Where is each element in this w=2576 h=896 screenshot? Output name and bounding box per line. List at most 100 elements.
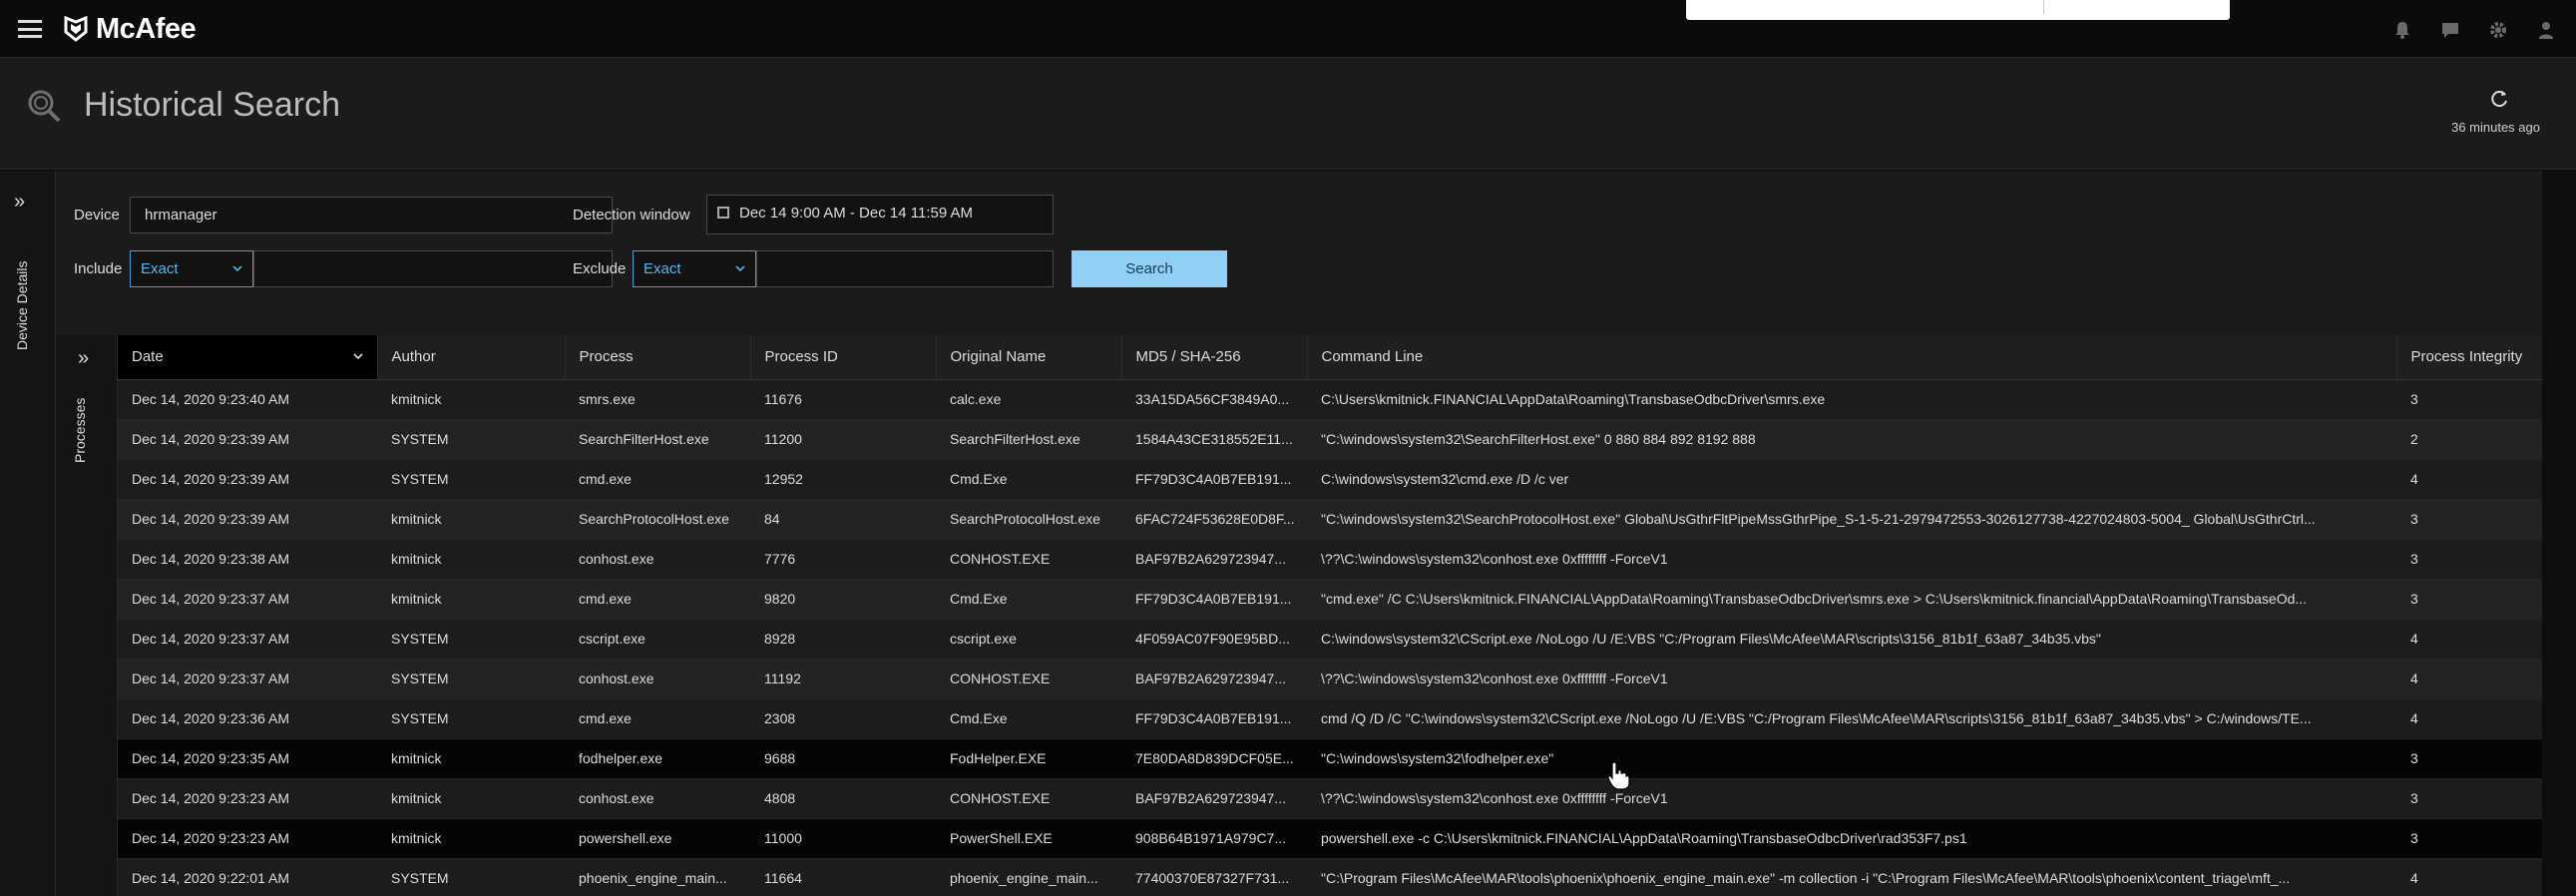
table-cell: 3 bbox=[2396, 738, 2542, 779]
device-input[interactable]: hrmanager bbox=[130, 197, 613, 233]
table-row[interactable]: Dec 14, 2020 9:23:39 AM SYSTEM cmd.exe 1295… bbox=[118, 459, 2542, 500]
column-header-label: Process Integrity bbox=[2410, 348, 2523, 366]
table-cell: kmitnick bbox=[377, 379, 565, 420]
expand-icon[interactable]: » bbox=[14, 191, 25, 214]
table-cell: 6FAC724F53628E0D8F... bbox=[1121, 499, 1307, 540]
chevron-down-icon[interactable] bbox=[352, 351, 363, 361]
table-cell: 9820 bbox=[750, 579, 936, 620]
calendar-icon bbox=[717, 207, 729, 219]
table-cell: powershell.exe bbox=[565, 818, 750, 859]
exclude-input[interactable] bbox=[756, 250, 1054, 287]
table-cell: SYSTEM bbox=[377, 858, 565, 896]
page-header: Historical Search 36 minutes ago bbox=[0, 58, 2576, 170]
processes-tab[interactable]: Processes bbox=[72, 398, 88, 463]
table-row[interactable]: Dec 14, 2020 9:23:23 AM kmitnick conhost.e… bbox=[118, 778, 2542, 819]
column-header-label: MD5 / SHA-256 bbox=[1135, 348, 1241, 366]
table-row[interactable]: Dec 14, 2020 9:23:40 AM kmitnick smrs.exe 1… bbox=[118, 379, 2542, 420]
column-header-process-integrity[interactable]: Process Integrity bbox=[2396, 335, 2543, 380]
table-cell: Dec 14, 2020 9:23:39 AM bbox=[118, 459, 377, 500]
mcafee-logo[interactable]: McAfee bbox=[64, 13, 197, 45]
table-row[interactable]: Dec 14, 2020 9:23:37 AM SYSTEM conhost.exe… bbox=[118, 659, 2542, 699]
detection-window-input[interactable]: Dec 14 9:00 AM - Dec 14 11:59 AM bbox=[706, 195, 1054, 234]
table-cell: BAF97B2A629723947... bbox=[1121, 659, 1307, 699]
column-header-process-id[interactable]: Process ID bbox=[750, 335, 937, 380]
table-cell: SearchProtocolHost.exe bbox=[936, 499, 1121, 540]
device-details-tab[interactable]: Device Details bbox=[14, 261, 30, 350]
refresh-icon[interactable] bbox=[2488, 88, 2510, 110]
bell-icon[interactable] bbox=[2392, 20, 2412, 40]
table-row[interactable]: Dec 14, 2020 9:23:23 AM kmitnick powershel… bbox=[118, 818, 2542, 859]
column-header-command-line[interactable]: Command Line bbox=[1307, 335, 2397, 380]
user-icon[interactable] bbox=[2536, 20, 2556, 40]
table-cell: 4808 bbox=[750, 778, 936, 819]
history-search-icon bbox=[28, 90, 61, 123]
table-cell: BAF97B2A629723947... bbox=[1121, 778, 1307, 819]
table-cell: SYSTEM bbox=[377, 698, 565, 739]
search-button[interactable]: Search bbox=[1072, 250, 1227, 287]
column-header-label: Date bbox=[132, 348, 164, 366]
table-cell: calc.exe bbox=[936, 379, 1121, 420]
table-cell: 3 bbox=[2396, 539, 2542, 580]
table-cell: conhost.exe bbox=[565, 778, 750, 819]
table-cell: 84 bbox=[750, 499, 936, 540]
column-header-label: Author bbox=[391, 348, 436, 366]
chat-icon[interactable] bbox=[2440, 20, 2460, 40]
table-cell: 3 bbox=[2396, 778, 2542, 819]
table-row[interactable]: Dec 14, 2020 9:23:36 AM SYSTEM cmd.exe 2308… bbox=[118, 698, 2542, 739]
include-mode-select[interactable]: Exact bbox=[130, 250, 253, 287]
table-cell: 3 bbox=[2396, 499, 2542, 540]
table-cell: Dec 14, 2020 9:23:37 AM bbox=[118, 659, 377, 699]
table-cell: C:\Users\kmitnick.FINANCIAL\AppData\Roam… bbox=[1307, 379, 2396, 420]
table-cell: "C:\windows\system32\SearchProtocolHost.… bbox=[1307, 499, 2396, 540]
detection-window-label: Detection window bbox=[573, 207, 690, 224]
right-gutter bbox=[2542, 171, 2576, 896]
table-row[interactable]: Dec 14, 2020 9:23:35 AM kmitnick fodhelper… bbox=[118, 738, 2542, 779]
search-filters: Device hrmanager Detection window Dec 14… bbox=[56, 171, 2576, 335]
exclude-mode-select[interactable]: Exact bbox=[633, 250, 756, 287]
table-cell: cmd.exe bbox=[565, 459, 750, 500]
column-header-process[interactable]: Process bbox=[565, 335, 751, 380]
detection-window-value: Dec 14 9:00 AM - Dec 14 11:59 AM bbox=[739, 205, 974, 222]
table-cell: 4 bbox=[2396, 619, 2542, 660]
table-cell: phoenix_engine_main... bbox=[936, 858, 1121, 896]
table-row[interactable]: Dec 14, 2020 9:23:39 AM SYSTEM SearchFilte… bbox=[118, 419, 2542, 460]
table-cell: 4 bbox=[2396, 858, 2542, 896]
table-cell: "C:\Program Files\McAfee\MAR\tools\phoen… bbox=[1307, 858, 2396, 896]
table-cell: Dec 14, 2020 9:23:23 AM bbox=[118, 778, 377, 819]
table-header-row: Date Author Process Process ID Original Name… bbox=[118, 335, 2543, 380]
gear-icon[interactable] bbox=[2488, 20, 2508, 40]
table-row[interactable]: Dec 14, 2020 9:22:01 AM SYSTEM phoenix_eng… bbox=[118, 858, 2542, 896]
table-cell: kmitnick bbox=[377, 579, 565, 620]
table-row[interactable]: Dec 14, 2020 9:23:39 AM kmitnick SearchPro… bbox=[118, 499, 2542, 540]
table-cell: 4 bbox=[2396, 459, 2542, 500]
column-header-original-name[interactable]: Original Name bbox=[936, 335, 1122, 380]
table-cell: CONHOST.EXE bbox=[936, 778, 1121, 819]
table-cell: FF79D3C4A0B7EB191... bbox=[1121, 459, 1307, 500]
table-cell: BAF97B2A629723947... bbox=[1121, 539, 1307, 580]
table-cell: Dec 14, 2020 9:23:39 AM bbox=[118, 419, 377, 460]
include-input[interactable] bbox=[253, 250, 613, 287]
last-updated: 36 minutes ago bbox=[2451, 120, 2540, 135]
column-header-author[interactable]: Author bbox=[377, 335, 566, 380]
table-row[interactable]: Dec 14, 2020 9:23:38 AM kmitnick conhost.e… bbox=[118, 539, 2542, 580]
table-cell: Dec 14, 2020 9:23:37 AM bbox=[118, 619, 377, 660]
table-cell: cmd.exe bbox=[565, 579, 750, 620]
menu-icon[interactable] bbox=[18, 20, 42, 38]
table-cell: SYSTEM bbox=[377, 619, 565, 660]
table-cell: \??\C:\windows\system32\conhost.exe 0xff… bbox=[1307, 539, 2396, 580]
table-cell: FF79D3C4A0B7EB191... bbox=[1121, 579, 1307, 620]
table-cell: 11664 bbox=[750, 858, 936, 896]
table-cell: kmitnick bbox=[377, 778, 565, 819]
table-cell: SYSTEM bbox=[377, 419, 565, 460]
expand-icon[interactable]: » bbox=[78, 347, 89, 370]
table-cell: cmd.exe bbox=[565, 698, 750, 739]
table-cell: \??\C:\windows\system32\conhost.exe 0xff… bbox=[1307, 659, 2396, 699]
table-row[interactable]: Dec 14, 2020 9:23:37 AM kmitnick cmd.exe 98… bbox=[118, 579, 2542, 620]
table-cell: C:\windows\system32\CScript.exe /NoLogo … bbox=[1307, 619, 2396, 660]
table-cell: Cmd.Exe bbox=[936, 459, 1121, 500]
column-header-md5-sha-256[interactable]: MD5 / SHA-256 bbox=[1121, 335, 1308, 380]
table-cell: conhost.exe bbox=[565, 659, 750, 699]
table-row[interactable]: Dec 14, 2020 9:23:37 AM SYSTEM cscript.exe… bbox=[118, 619, 2542, 660]
device-details-panel[interactable]: » Device Details bbox=[0, 171, 56, 896]
column-header-date[interactable]: Date bbox=[118, 335, 378, 380]
